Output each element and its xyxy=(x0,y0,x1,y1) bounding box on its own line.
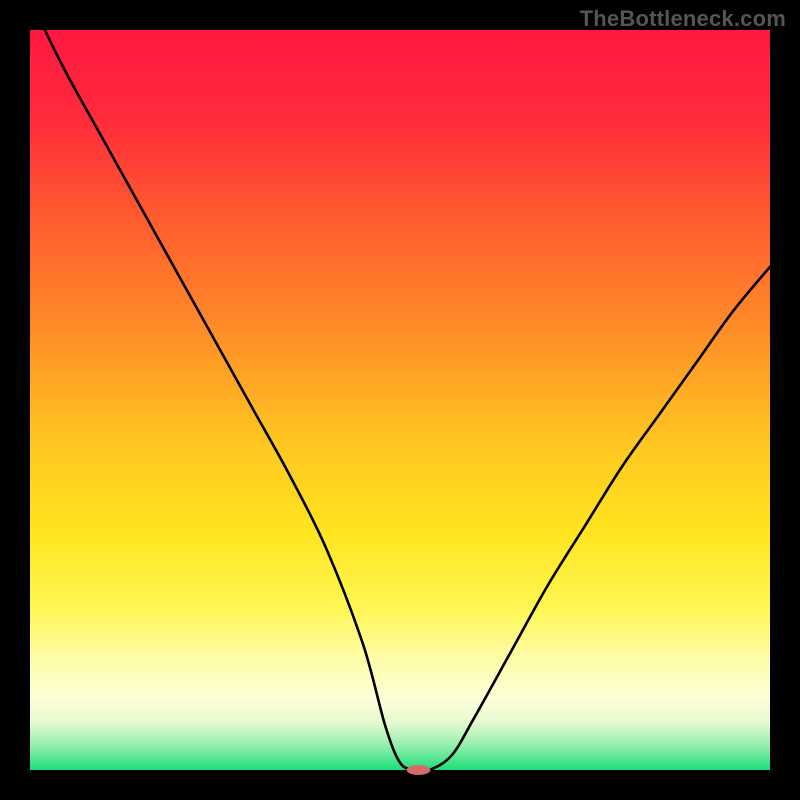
bottleneck-chart xyxy=(0,0,800,800)
plot-background xyxy=(30,30,770,770)
chart-frame: TheBottleneck.com xyxy=(0,0,800,800)
watermark-text: TheBottleneck.com xyxy=(580,6,786,32)
optimum-marker xyxy=(407,765,431,775)
